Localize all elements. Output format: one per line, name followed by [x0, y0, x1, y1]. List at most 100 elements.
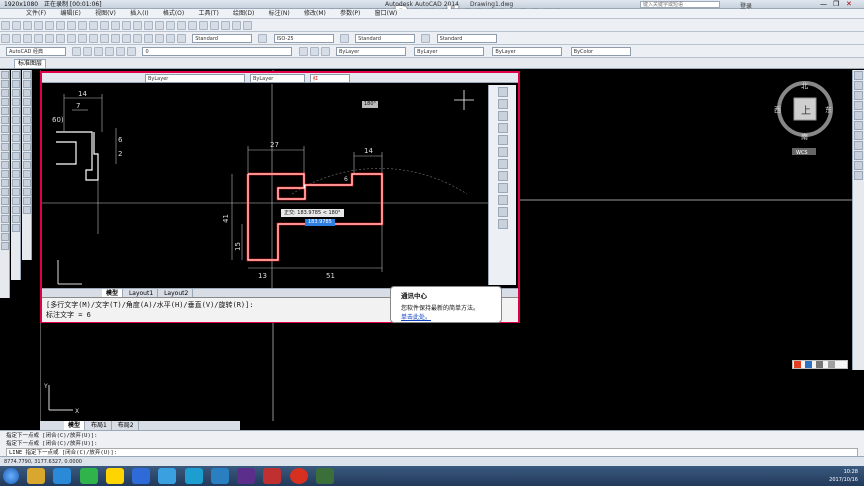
table-style-icon[interactable]: [339, 34, 349, 43]
zoom-prev-icon[interactable]: [166, 21, 175, 30]
explorer-icon[interactable]: [27, 468, 46, 484]
match-icon[interactable]: [100, 21, 109, 30]
open-icon[interactable]: [12, 21, 21, 30]
print-icon[interactable]: [34, 21, 43, 30]
tpy-icon[interactable]: [133, 34, 142, 43]
array-icon[interactable]: [12, 107, 20, 115]
snap-icon[interactable]: [34, 34, 43, 43]
orbit-icon[interactable]: [854, 91, 863, 100]
ime-punct-icon[interactable]: [816, 361, 824, 368]
bandicam-icon[interactable]: [289, 468, 308, 484]
rectangle-icon[interactable]: [1, 107, 9, 115]
baidu-icon[interactable]: [132, 468, 151, 484]
erase-icon[interactable]: [12, 71, 20, 79]
linetype-select[interactable]: ByLayer: [414, 47, 485, 56]
app-icon[interactable]: [315, 468, 334, 484]
layer-color-icon[interactable]: [127, 47, 137, 56]
table-icon[interactable]: [1, 224, 9, 232]
inspection-icon[interactable]: [23, 206, 31, 214]
tab-model[interactable]: 模型: [64, 421, 86, 430]
dim-baseline-icon[interactable]: [23, 152, 31, 160]
polygon-icon[interactable]: [1, 98, 9, 106]
palette-icon[interactable]: [497, 147, 508, 157]
offset-icon[interactable]: [12, 98, 20, 106]
palette-icon[interactable]: [497, 183, 508, 193]
workspace-select[interactable]: AutoCAD 经典: [6, 47, 66, 56]
dim-radius-icon[interactable]: [23, 107, 31, 115]
circle-icon[interactable]: [1, 125, 9, 133]
ellipse-icon[interactable]: [1, 152, 9, 160]
zoom-window-icon[interactable]: [155, 21, 164, 30]
palette-icon[interactable]: [497, 135, 508, 145]
layer-select[interactable]: 0: [142, 47, 293, 56]
text-style-icon[interactable]: [177, 34, 186, 43]
dim-space-icon[interactable]: [23, 170, 31, 178]
palette-icon[interactable]: [497, 159, 508, 169]
break-point-icon[interactable]: [12, 170, 20, 178]
command-window[interactable]: 指定下一点或 [闭合(C)/放弃(U)]: 指定下一点或 [闭合(C)/放弃(U…: [0, 430, 864, 458]
ortho-icon[interactable]: [56, 34, 65, 43]
otrack-icon[interactable]: [89, 34, 98, 43]
zoom-icon[interactable]: [854, 81, 863, 90]
dim-aligned-icon[interactable]: [23, 80, 31, 88]
dim-linear-icon[interactable]: [23, 71, 31, 79]
inner-layer-select[interactable]: ByLayer: [145, 74, 245, 83]
tolerance-icon[interactable]: [23, 188, 31, 196]
copy-obj-icon[interactable]: [12, 80, 20, 88]
gradient-icon[interactable]: [1, 206, 9, 214]
palette-icon[interactable]: [497, 219, 508, 229]
dim-style-icon[interactable]: [258, 34, 268, 43]
ducs-icon[interactable]: [100, 34, 109, 43]
layer-lock-icon[interactable]: [116, 47, 126, 56]
dim-quick-icon[interactable]: [23, 143, 31, 151]
ime-lang-icon[interactable]: [805, 361, 813, 368]
ie-icon[interactable]: [53, 468, 72, 484]
mleader-style-select[interactable]: Standard: [436, 34, 497, 43]
save-icon[interactable]: [23, 21, 32, 30]
steering-wheel-icon[interactable]: [854, 111, 863, 120]
props-icon[interactable]: [854, 161, 863, 170]
mirror-icon[interactable]: [12, 89, 20, 97]
dim-jogged-icon[interactable]: [23, 116, 31, 124]
menu-edit[interactable]: 编辑(E): [54, 9, 86, 19]
xline-icon[interactable]: [1, 80, 9, 88]
break-icon[interactable]: [12, 179, 20, 187]
add-selected-icon[interactable]: [1, 242, 9, 250]
revcloud-icon[interactable]: [1, 134, 9, 142]
rotate-icon[interactable]: [12, 125, 20, 133]
app-icon[interactable]: [210, 468, 229, 484]
hatch-icon[interactable]: [1, 197, 9, 205]
palette-icon[interactable]: [497, 87, 508, 97]
pan-icon[interactable]: [854, 71, 863, 80]
extend-icon[interactable]: [12, 161, 20, 169]
new-icon[interactable]: [1, 21, 10, 30]
fillet-icon[interactable]: [12, 206, 20, 214]
tab-layout2[interactable]: 布局2: [114, 421, 139, 430]
layer-on-icon[interactable]: [94, 47, 104, 56]
dim-ordinate-icon[interactable]: [23, 98, 31, 106]
layer-state-icon[interactable]: [83, 47, 93, 56]
zoom-icon[interactable]: [144, 21, 153, 30]
ellipse-arc-icon[interactable]: [1, 161, 9, 169]
search-input[interactable]: 键入关键字或短语: [640, 1, 720, 8]
join-icon[interactable]: [12, 188, 20, 196]
markup-icon[interactable]: [221, 21, 230, 30]
line-icon[interactable]: [1, 71, 9, 79]
zoom-all-icon[interactable]: [854, 141, 863, 150]
close-icon[interactable]: ✕: [846, 0, 852, 8]
explode-icon[interactable]: [12, 224, 20, 232]
autocad-icon[interactable]: [263, 468, 282, 484]
dim-style-select[interactable]: ISO-25: [273, 34, 334, 43]
lineweight-select[interactable]: ByLayer: [492, 47, 563, 56]
spline-icon[interactable]: [1, 143, 9, 151]
osnap-icon[interactable]: [78, 34, 87, 43]
qq-browser-icon[interactable]: [105, 468, 124, 484]
grid-icon[interactable]: [45, 34, 54, 43]
inner-color-select[interactable]: ByLayer: [250, 74, 305, 83]
scale-icon[interactable]: [12, 134, 20, 142]
am-icon[interactable]: [166, 34, 175, 43]
layers-icon[interactable]: [854, 151, 863, 160]
paste-icon[interactable]: [89, 21, 98, 30]
tab-layout1[interactable]: 布局1: [87, 421, 112, 430]
media-icon[interactable]: [237, 468, 256, 484]
